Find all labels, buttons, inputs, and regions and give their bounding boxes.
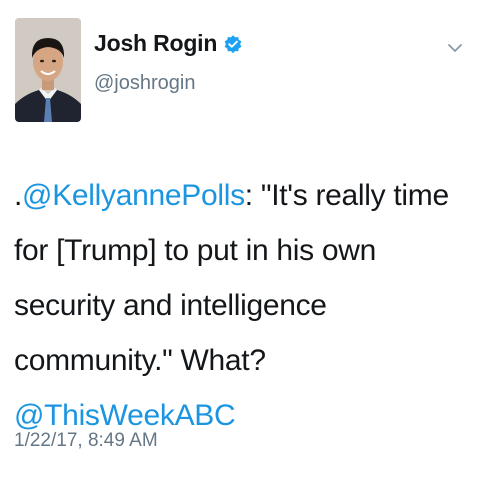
tweet-timestamp[interactable]: 1/22/17, 8:49 AM: [14, 430, 158, 452]
avatar-image: [15, 18, 81, 122]
mention-thisweekabc[interactable]: @ThisWeekABC: [14, 399, 236, 432]
chevron-down-icon[interactable]: [446, 41, 464, 55]
mention-kellyannepolls[interactable]: @KellyannePolls: [22, 179, 245, 212]
tweet-text: .@KellyannePolls: "It's really time for …: [14, 168, 469, 443]
tweet-prefix: .: [14, 179, 23, 212]
author-name-row[interactable]: Josh Rogin: [94, 30, 243, 57]
author-handle[interactable]: @joshrogin: [94, 72, 195, 95]
verified-badge-icon: [224, 34, 242, 53]
author-display-name[interactable]: Josh Rogin: [94, 30, 217, 57]
tweet-card: Josh Rogin @joshrogin .@KellyannePolls: …: [0, 0, 480, 480]
avatar[interactable]: [15, 18, 81, 122]
